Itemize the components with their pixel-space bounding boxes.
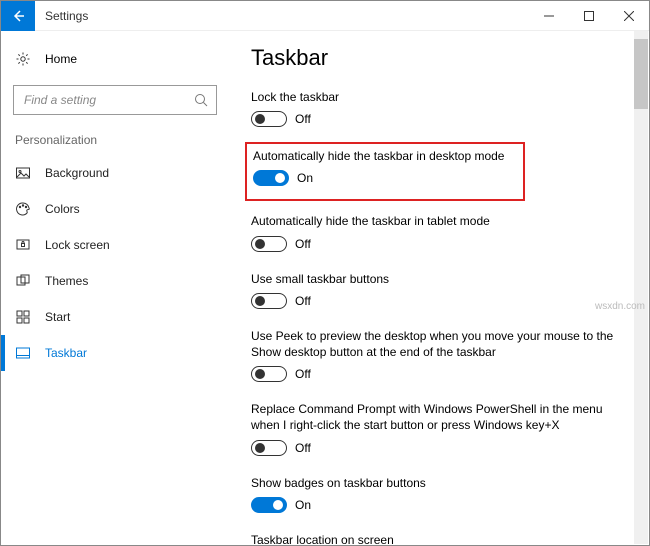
search-box[interactable] (13, 85, 217, 115)
switch-icon (251, 236, 287, 252)
toggle-state: On (295, 498, 311, 512)
sidebar-item-background[interactable]: Background (1, 155, 229, 191)
toggle-autohide-tablet[interactable]: Off (251, 236, 311, 252)
lock-screen-icon (15, 237, 31, 253)
setting-autohide-desktop: Automatically hide the taskbar in deskto… (253, 148, 517, 189)
sidebar: Home Personalization Background Colors L… (1, 31, 229, 545)
maximize-button[interactable] (569, 1, 609, 31)
scrollbar-thumb[interactable] (634, 39, 648, 109)
toggle-badges[interactable]: On (251, 497, 311, 513)
sidebar-item-themes[interactable]: Themes (1, 263, 229, 299)
watermark: wsxdn.com (595, 301, 645, 312)
toggle-state: Off (295, 367, 311, 381)
switch-icon (251, 440, 287, 456)
toggle-autohide-desktop[interactable]: On (253, 170, 313, 186)
search-input[interactable] (22, 92, 194, 108)
page-heading: Taskbar (251, 45, 627, 71)
back-button[interactable] (1, 1, 35, 31)
setting-label: Use small taskbar buttons (251, 271, 627, 287)
sidebar-item-label: Taskbar (45, 346, 87, 360)
close-button[interactable] (609, 1, 649, 31)
switch-icon (253, 170, 289, 186)
sidebar-item-taskbar[interactable]: Taskbar (1, 335, 229, 371)
toggle-state: On (297, 171, 313, 185)
home-button[interactable]: Home (1, 43, 229, 75)
toggle-peek[interactable]: Off (251, 366, 311, 382)
window-controls (529, 1, 649, 31)
setting-label: Show badges on taskbar buttons (251, 475, 627, 491)
main-panel: Taskbar Lock the taskbar Off Automatical… (229, 31, 649, 545)
sidebar-item-label: Background (45, 166, 109, 180)
setting-location: Taskbar location on screen Bottom (251, 532, 627, 545)
scrollbar-track[interactable] (634, 31, 648, 544)
setting-label: Use Peek to preview the desktop when you… (251, 328, 627, 360)
setting-autohide-tablet: Automatically hide the taskbar in tablet… (251, 213, 627, 254)
toggle-state: Off (295, 294, 311, 308)
picture-icon (15, 165, 31, 181)
search-icon (194, 93, 208, 107)
setting-powershell: Replace Command Prompt with Windows Powe… (251, 401, 627, 458)
setting-label: Automatically hide the taskbar in tablet… (251, 213, 627, 229)
sidebar-section-header: Personalization (1, 127, 229, 155)
taskbar-icon (15, 345, 31, 361)
switch-icon (251, 111, 287, 127)
toggle-small-buttons[interactable]: Off (251, 293, 311, 309)
start-icon (15, 309, 31, 325)
toggle-state: Off (295, 112, 311, 126)
gear-icon (15, 51, 31, 67)
toggle-lock-taskbar[interactable]: Off (251, 111, 311, 127)
themes-icon (15, 273, 31, 289)
setting-label: Lock the taskbar (251, 89, 627, 105)
sidebar-item-label: Lock screen (45, 238, 110, 252)
titlebar: Settings (1, 1, 649, 31)
home-label: Home (45, 52, 77, 66)
sidebar-item-start[interactable]: Start (1, 299, 229, 335)
setting-label: Taskbar location on screen (251, 532, 627, 545)
setting-peek: Use Peek to preview the desktop when you… (251, 328, 627, 385)
switch-icon (251, 366, 287, 382)
setting-small-buttons: Use small taskbar buttons Off (251, 271, 627, 312)
setting-badges: Show badges on taskbar buttons On (251, 475, 627, 516)
sidebar-item-label: Colors (45, 202, 80, 216)
toggle-state: Off (295, 441, 311, 455)
sidebar-item-lock-screen[interactable]: Lock screen (1, 227, 229, 263)
highlight-box: Automatically hide the taskbar in deskto… (245, 142, 525, 201)
toggle-state: Off (295, 237, 311, 251)
setting-label: Replace Command Prompt with Windows Powe… (251, 401, 627, 433)
setting-label: Automatically hide the taskbar in deskto… (253, 148, 517, 164)
palette-icon (15, 201, 31, 217)
window-title: Settings (45, 9, 88, 23)
sidebar-item-colors[interactable]: Colors (1, 191, 229, 227)
toggle-powershell[interactable]: Off (251, 440, 311, 456)
minimize-button[interactable] (529, 1, 569, 31)
sidebar-item-label: Themes (45, 274, 88, 288)
sidebar-item-label: Start (45, 310, 70, 324)
arrow-left-icon (11, 9, 25, 23)
setting-lock-taskbar: Lock the taskbar Off (251, 89, 627, 130)
switch-icon (251, 293, 287, 309)
switch-icon (251, 497, 287, 513)
